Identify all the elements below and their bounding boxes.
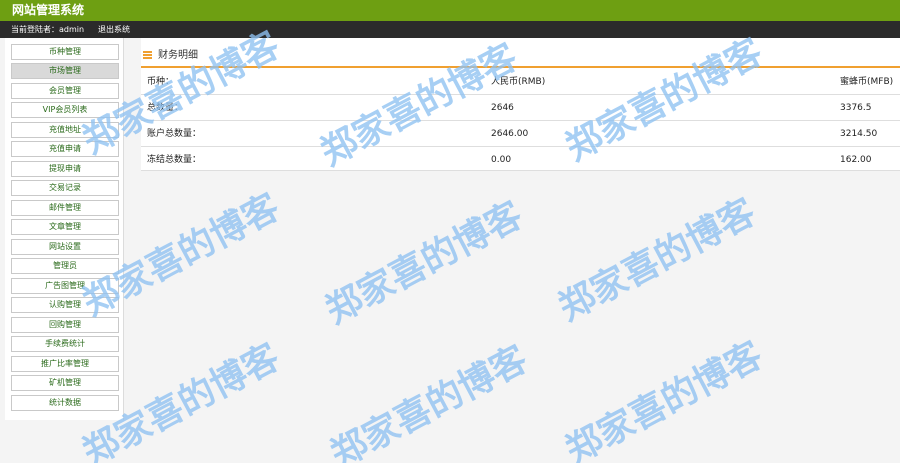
table-header-row: 币种： 人民币(RMB) 蜜蜂币(MFB) (141, 69, 900, 95)
app-title: 网站管理系统 (12, 3, 85, 17)
sidebar-item-recharge-apply[interactable]: 充值申请 (11, 141, 119, 157)
sidebar-item-statistics[interactable]: 统计数据 (11, 395, 119, 411)
mfb-value: 162.00 (840, 155, 872, 165)
header-rmb-column: 人民币(RMB) (491, 77, 546, 87)
panel-title: 财务明细 (158, 50, 198, 61)
sidebar-item-banners[interactable]: 广告图管理 (11, 278, 119, 294)
sidebar-item-miners[interactable]: 矿机管理 (11, 375, 119, 391)
table-row: 总数量： 2646 3376.5 (141, 95, 900, 121)
row-label: 冻结总数量： (147, 155, 202, 165)
sidebar-item-transactions[interactable]: 交易记录 (11, 180, 119, 196)
sidebar-menu: 币种管理 市场管理 会员管理 VIP会员列表 充值地址 充值申请 提现申请 交易… (5, 38, 124, 420)
logout-link[interactable]: 退出系统 (98, 21, 130, 38)
panel-header: 财务明细 (141, 38, 900, 68)
current-user-label: 当前登陆者：admin (11, 25, 85, 34)
sidebar-item-recharge-address[interactable]: 充值地址 (11, 122, 119, 138)
sidebar-item-site-settings[interactable]: 网站设置 (11, 239, 119, 255)
table-row: 冻结总数量： 0.00 162.00 (141, 147, 900, 171)
rmb-value: 0.00 (491, 155, 512, 165)
table-row: 账户总数量： 2646.00 3214.50 (141, 121, 900, 147)
sidebar-item-vip-members[interactable]: VIP会员列表 (11, 102, 119, 118)
row-label: 账户总数量： (147, 129, 202, 139)
sidebar-item-market[interactable]: 市场管理 (11, 63, 119, 79)
sidebar-item-fee-stats[interactable]: 手续费统计 (11, 336, 119, 352)
sidebar-item-withdraw-apply[interactable]: 提现申请 (11, 161, 119, 177)
sidebar-item-articles[interactable]: 文章管理 (11, 219, 119, 235)
mfb-value: 3376.5 (840, 103, 872, 113)
sidebar-item-currency[interactable]: 币种管理 (11, 44, 119, 60)
sidebar-item-referral-rate[interactable]: 推广比率管理 (11, 356, 119, 372)
main-content: 财务明细 币种： 人民币(RMB) 蜜蜂币(MFB) 总数量： 2646 337… (141, 38, 900, 463)
rmb-value: 2646.00 (491, 129, 529, 139)
header-currency-label: 币种： (147, 77, 175, 87)
rmb-value: 2646 (491, 103, 514, 113)
row-label: 总数量： (147, 103, 184, 113)
header-mfb-column: 蜜蜂币(MFB) (840, 77, 894, 87)
user-info-bar: 当前登陆者：admin 退出系统 (0, 21, 900, 38)
sidebar-item-subscription[interactable]: 认购管理 (11, 297, 119, 313)
finance-detail-panel: 财务明细 币种： 人民币(RMB) 蜜蜂币(MFB) 总数量： 2646 337… (141, 38, 900, 171)
sidebar-item-admins[interactable]: 管理员 (11, 258, 119, 274)
sidebar-item-buyback[interactable]: 回购管理 (11, 317, 119, 333)
list-icon (143, 51, 152, 60)
sidebar-item-members[interactable]: 会员管理 (11, 83, 119, 99)
mfb-value: 3214.50 (840, 129, 878, 139)
top-header-bar: 网站管理系统 (0, 0, 900, 21)
sidebar-item-mail[interactable]: 邮件管理 (11, 200, 119, 216)
